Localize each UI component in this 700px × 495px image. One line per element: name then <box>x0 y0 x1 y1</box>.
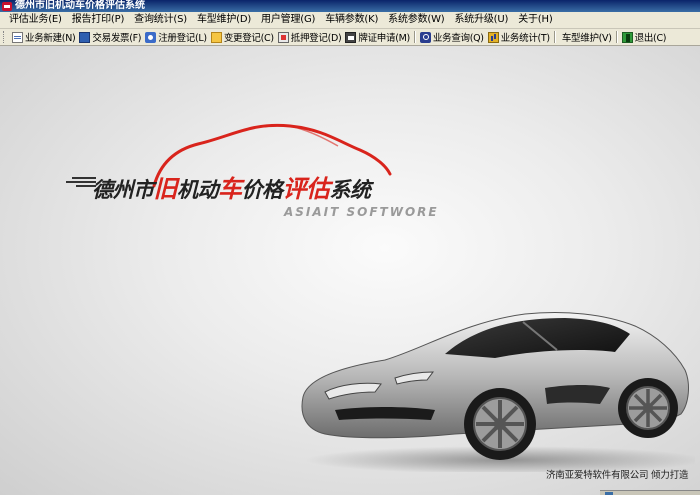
exit-label: 退出(C) <box>634 33 667 44</box>
pledge-register-button[interactable]: 抵押登记(D) <box>276 30 344 44</box>
business-query-button[interactable]: 业务查询(Q) <box>418 30 486 44</box>
new-business-label: 业务新建(N) <box>25 33 76 44</box>
license-apply-label: 牌证申请(M) <box>358 33 410 44</box>
change-register-button[interactable]: 变更登记(C) <box>209 30 276 44</box>
toolbar-separator <box>615 31 618 43</box>
title-bar: 德州市旧机动车价格评估系统 <box>0 0 700 12</box>
pledge-register-label: 抵押登记(D) <box>290 33 342 44</box>
license-icon <box>345 31 357 43</box>
title-motor: 机动 <box>177 178 219 202</box>
menu-bar: 评估业务(E) 报告打印(P) 查询统计(S) 车型维护(D) 用户管理(G) … <box>0 12 700 29</box>
menu-report-print[interactable]: 报告打印(P) <box>67 12 129 28</box>
toolbar: 业务新建(N) 交易发票(F) 注册登记(L) 变更登记(C) 抵押登记(D) … <box>0 29 700 286</box>
exit-icon <box>621 31 633 43</box>
title-highlight-vehicle: 车 <box>218 175 242 203</box>
invoice-button[interactable]: 交易发票(F) <box>77 30 143 44</box>
register-label: 注册登记(L) <box>158 33 207 44</box>
exit-button[interactable]: 退出(C) <box>620 30 669 44</box>
business-query-label: 业务查询(Q) <box>432 33 484 44</box>
menu-system-upgrade[interactable]: 系统升级(U) <box>449 12 513 28</box>
register-button[interactable]: 注册登记(L) <box>143 30 209 44</box>
invoice-label: 交易发票(F) <box>92 33 142 44</box>
title-system: 系统 <box>329 178 372 202</box>
title-highlight-old: 旧 <box>153 175 178 203</box>
copyright-text: 济南亚爱特软件有限公司 倾力打造 <box>546 470 689 481</box>
business-stats-button[interactable]: 业务统计(T) <box>486 30 552 44</box>
menu-model-maintenance[interactable]: 车型维护(D) <box>192 12 256 28</box>
search-icon <box>419 31 431 43</box>
model-maintenance-label: 车型维护(V) <box>561 33 612 44</box>
change-register-label: 变更登记(C) <box>223 33 274 44</box>
invoice-icon <box>79 31 91 43</box>
splash-title: 德州市旧机动车价格评估系统 <box>92 169 371 204</box>
title-price: 价格 <box>241 178 284 202</box>
change-icon <box>210 31 222 43</box>
register-icon <box>145 31 157 43</box>
toolbar-grip[interactable] <box>3 31 7 43</box>
menu-query-stats[interactable]: 查询统计(S) <box>129 12 192 28</box>
menu-system-params[interactable]: 系统参数(W) <box>383 12 449 28</box>
toolbar-separator <box>553 31 556 43</box>
menu-about[interactable]: 关于(H) <box>513 12 557 28</box>
splash-area: 德州市旧机动车价格评估系统 ASIAIT SOFTWORE 济南亚爱特软件有限公… <box>0 46 700 495</box>
license-apply-button[interactable]: 牌证申请(M) <box>343 30 412 44</box>
stats-icon <box>487 31 499 43</box>
window-title: 德州市旧机动车价格评估系统 <box>15 0 145 11</box>
new-document-icon <box>12 31 23 43</box>
menu-vehicle-params[interactable]: 车辆参数(K) <box>320 12 383 28</box>
business-stats-label: 业务统计(T) <box>500 33 550 44</box>
splash-subtitle: ASIAIT SOFTWORE <box>284 205 439 219</box>
toolbar-separator <box>413 31 416 43</box>
sports-car-image <box>301 312 695 472</box>
title-highlight-evaluation: 评估 <box>282 175 331 203</box>
menu-evaluation[interactable]: 评估业务(E) <box>0 12 67 28</box>
new-business-button[interactable]: 业务新建(N) <box>10 30 77 44</box>
model-maintenance-button[interactable]: 车型维护(V) <box>295 30 614 286</box>
app-icon[interactable] <box>2 1 12 11</box>
taskbar-tab[interactable] <box>600 490 700 495</box>
menu-user-management[interactable]: 用户管理(G) <box>256 12 320 28</box>
speed-lines <box>58 177 96 191</box>
title-city: 德州市 <box>92 178 154 202</box>
pledge-icon <box>277 31 289 43</box>
